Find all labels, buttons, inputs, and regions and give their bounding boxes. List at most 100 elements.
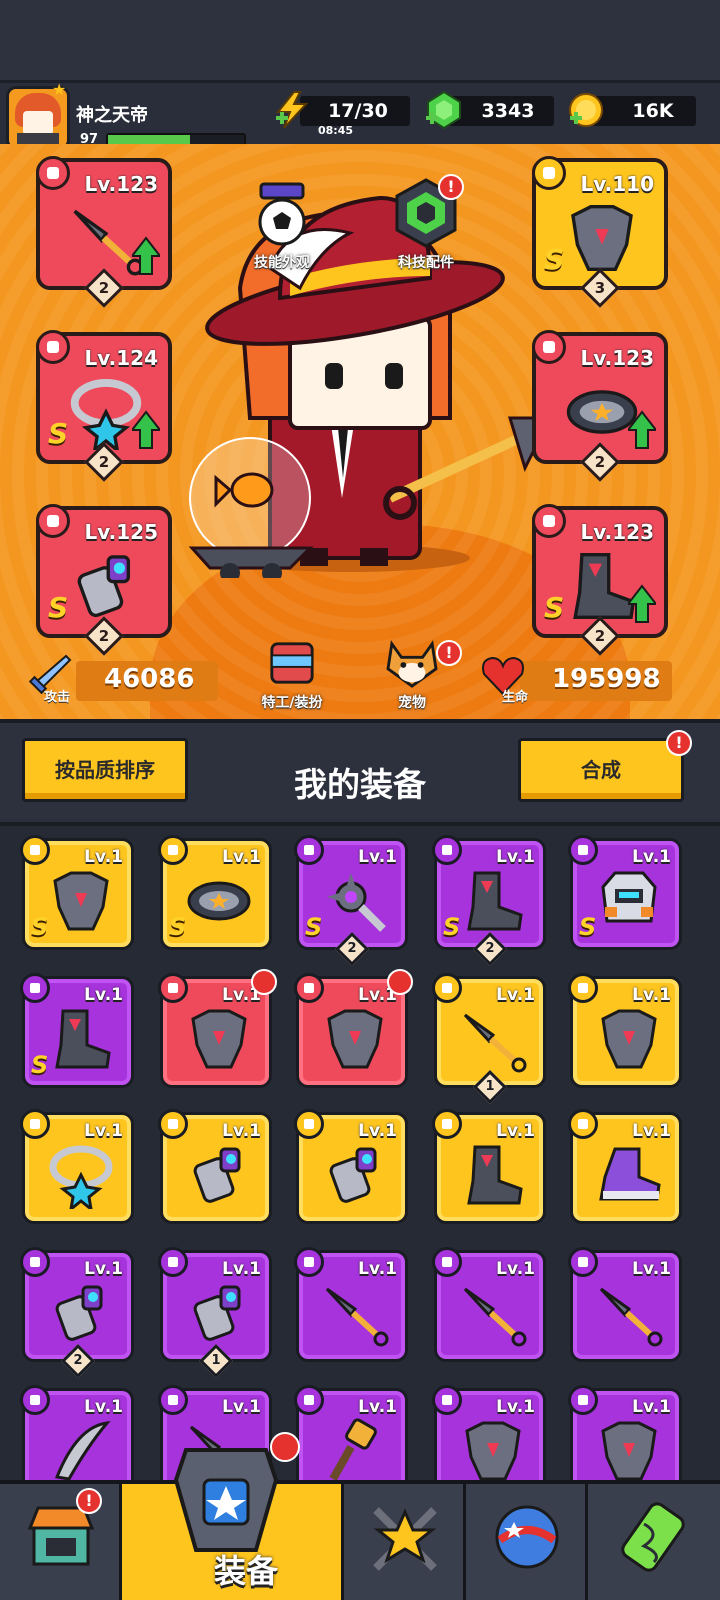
item-level: Lv.1 <box>496 1397 535 1417</box>
slot-type-icon <box>532 330 566 364</box>
nav-tab-shop[interactable] <box>0 1484 122 1600</box>
slot-count: 2 <box>594 453 606 471</box>
item-type-icon <box>432 1247 462 1277</box>
item-type-icon <box>294 1109 324 1139</box>
equipment-item[interactable]: Lv.1 1 <box>158 1247 272 1378</box>
equipment-item[interactable]: Lv.1 S <box>568 835 682 950</box>
equipment-item[interactable]: Lv.1 <box>568 1109 682 1224</box>
equipment-item[interactable]: Lv.1 <box>20 1109 134 1224</box>
gauntlet-icon <box>193 1285 241 1341</box>
attack-label: 攻击 <box>44 690 71 705</box>
coin-icon <box>569 93 603 127</box>
boots-icon <box>467 871 523 931</box>
item-rank-mark: S <box>169 913 187 941</box>
item-type-icon <box>158 835 188 865</box>
equipment-item[interactable]: Lv.1 S 2 <box>294 835 408 966</box>
item-level: Lv.1 <box>84 985 123 1005</box>
gauntlet-icon <box>77 555 131 618</box>
slot-level: Lv.124 <box>84 346 159 370</box>
item-type-icon <box>294 835 324 865</box>
item-type-icon <box>294 1247 324 1277</box>
equipment-item[interactable]: Lv.1 <box>568 973 682 1088</box>
item-type-icon <box>568 973 598 1003</box>
necklace-icon <box>49 1145 113 1209</box>
item-level: Lv.1 <box>632 1121 671 1141</box>
equipment-item[interactable]: Lv.1 S <box>158 835 272 950</box>
hero-slot-right-1[interactable]: Lv.110 S 3 <box>532 156 668 308</box>
crown-icon: ★ <box>52 80 67 99</box>
sort-by-quality-button[interactable]: 按品质排序 <box>22 738 188 802</box>
slot-type-icon <box>532 504 566 538</box>
item-type-icon <box>20 1109 50 1139</box>
equipment-item[interactable]: Lv.1 <box>294 1109 408 1224</box>
skill-skin-label: 技能外观 <box>254 255 310 271</box>
nav-tab-world[interactable] <box>466 1484 588 1600</box>
equipment-icon <box>173 1448 279 1552</box>
slot-count: 2 <box>98 279 110 297</box>
hero-slot-right-3[interactable]: Lv.123 S 2 <box>532 504 668 656</box>
item-level: Lv.1 <box>222 847 261 867</box>
slot-type-icon <box>36 504 70 538</box>
item-type-icon <box>294 973 324 1003</box>
hero-character[interactable] <box>180 118 550 578</box>
pet-alert-badge: ! <box>436 640 462 666</box>
equipment-item[interactable]: Lv.1 S <box>20 835 134 950</box>
slot-level: Lv.123 <box>580 346 655 370</box>
equipment-item[interactable]: Lv.1 <box>432 1247 546 1362</box>
item-rank-mark: S <box>579 913 597 941</box>
item-rank-mark: S <box>31 913 49 941</box>
equipment-item[interactable]: Lv.1 1 <box>432 973 546 1104</box>
nav-tab-lab[interactable] <box>588 1484 720 1600</box>
status-strip <box>0 0 720 80</box>
item-type-icon <box>20 1247 50 1277</box>
nav-tab-battle[interactable] <box>344 1484 466 1600</box>
hero-slot-left-3[interactable]: Lv.125 S 2 <box>36 504 172 656</box>
slot-level: Lv.123 <box>580 520 655 544</box>
agent-head-icon <box>270 642 314 684</box>
hero-slot-left-1[interactable]: Lv.123 2 <box>36 156 172 308</box>
equipment-item[interactable]: Lv.1 <box>568 1247 682 1362</box>
item-type-icon <box>158 1109 188 1139</box>
equipment-item[interactable]: Lv.1 <box>294 969 413 1088</box>
merge-button[interactable]: 合成 <box>518 738 684 802</box>
skill-skin-button[interactable]: 技能外观 <box>242 178 322 272</box>
item-type-icon <box>20 1385 50 1415</box>
item-level: Lv.1 <box>84 1397 123 1417</box>
item-level: Lv.1 <box>496 985 535 1005</box>
blade-icon <box>54 1421 111 1481</box>
nav-tab-equipment-label: 装备 <box>213 1552 278 1590</box>
equipment-item[interactable]: Lv.1 2 <box>20 1247 134 1378</box>
equipment-item[interactable]: Lv.1 <box>158 1109 272 1224</box>
item-type-icon <box>568 1109 598 1139</box>
item-type-icon <box>568 1247 598 1277</box>
equipment-item[interactable]: Lv.1 S 2 <box>432 835 546 966</box>
boots-icon <box>55 1009 111 1069</box>
hammer-icon <box>329 1418 377 1481</box>
agent-outfit-label: 特工/装扮 <box>261 695 323 711</box>
hero-slot-left-2[interactable]: Lv.124 S 2 <box>36 330 172 482</box>
item-level: Lv.1 <box>632 847 671 867</box>
armor-icon <box>601 1421 657 1481</box>
item-level: Lv.1 <box>222 1121 261 1141</box>
agent-outfit-button[interactable]: 特工/装扮 <box>244 640 340 712</box>
equipment-item[interactable]: Lv.1 <box>432 1109 546 1224</box>
equipment-item[interactable]: Lv.1 <box>294 1247 408 1362</box>
equipment-item[interactable]: Lv.1 <box>158 969 277 1088</box>
item-type-icon <box>432 973 462 1003</box>
slot-count: 2 <box>98 627 110 645</box>
equipment-title: 我的装备 <box>294 765 426 804</box>
item-count: 2 <box>73 1353 83 1368</box>
equipment-item[interactable]: Lv.1 S <box>20 973 134 1088</box>
item-level: Lv.1 <box>222 1397 261 1417</box>
item-rank-mark: S <box>443 913 461 941</box>
gauntlet-icon <box>329 1147 377 1203</box>
gauntlet-icon <box>55 1285 103 1341</box>
item-count: 1 <box>211 1353 221 1368</box>
hero-slot-right-2[interactable]: Lv.123 2 <box>532 330 668 482</box>
upgrade-arrow-icon <box>628 584 656 623</box>
item-type-icon <box>158 973 188 1003</box>
armor-icon <box>571 205 633 271</box>
slot-rank-mark: S <box>544 243 565 276</box>
hp-label: 生命 <box>502 690 529 705</box>
slot-count: 2 <box>594 627 606 645</box>
